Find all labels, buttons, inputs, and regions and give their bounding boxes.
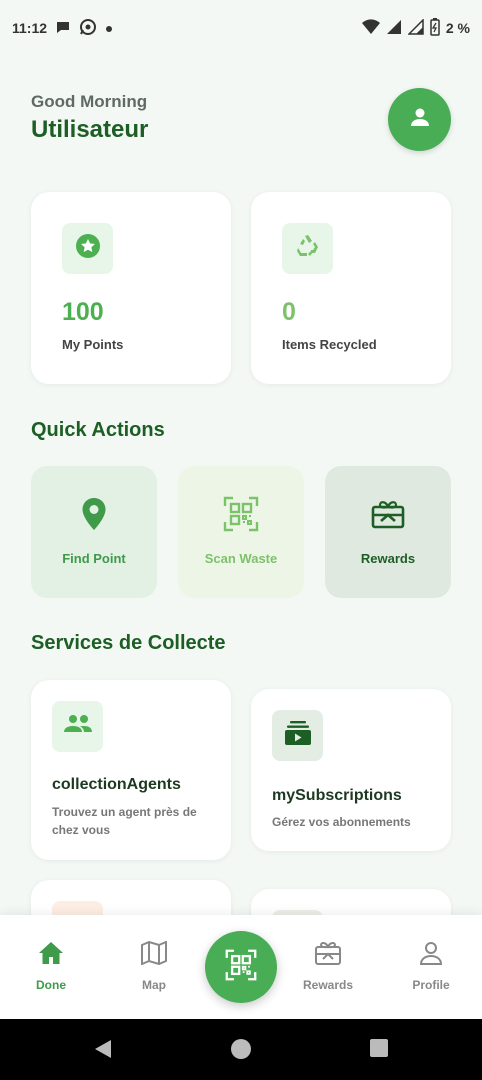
battery-percent: 2 % bbox=[445, 20, 470, 36]
nav-item-home[interactable]: Done bbox=[11, 941, 91, 992]
points-icon-box bbox=[62, 223, 113, 274]
my-subscriptions-title: mySubscriptions bbox=[272, 787, 402, 804]
star-badge-icon bbox=[75, 233, 101, 264]
person-icon bbox=[408, 105, 432, 134]
recycle-icon-box bbox=[282, 223, 333, 274]
subscriptions-icon-box bbox=[272, 710, 323, 761]
home-circle-icon[interactable] bbox=[230, 1038, 252, 1065]
nav-label-rewards: Rewards bbox=[302, 978, 354, 992]
chat-bubble-icon bbox=[55, 19, 71, 38]
nav-item-rewards[interactable]: Rewards bbox=[288, 941, 368, 992]
items-recycled-value: 0 bbox=[282, 298, 296, 326]
back-icon[interactable] bbox=[92, 1038, 114, 1065]
gift-card-icon bbox=[315, 941, 341, 970]
nav-label-home: Done bbox=[36, 978, 66, 992]
subscriptions-icon bbox=[284, 720, 312, 751]
greeting-text: Good Morning bbox=[31, 92, 148, 111]
location-pin-icon bbox=[81, 497, 107, 536]
home-icon bbox=[38, 941, 64, 970]
points-value: 100 bbox=[62, 298, 104, 326]
scan-waste-button[interactable]: Scan Waste bbox=[178, 466, 304, 598]
my-subscriptions-description: Gérez vos abonnements bbox=[272, 815, 411, 829]
status-bar: 11:12 2 % bbox=[0, 0, 482, 56]
signal-icon bbox=[386, 19, 402, 38]
points-label: My Points bbox=[62, 337, 124, 352]
qr-scan-icon bbox=[225, 949, 257, 986]
scan-fab-button[interactable] bbox=[205, 931, 277, 1003]
map-icon bbox=[141, 940, 167, 970]
nav-item-profile[interactable]: Profile bbox=[391, 941, 471, 992]
dot-icon bbox=[105, 20, 113, 36]
collection-agents-title: collectionAgents bbox=[52, 776, 181, 793]
qr-scan-icon bbox=[223, 496, 259, 537]
nav-label-profile: Profile bbox=[412, 978, 450, 992]
recycle-icon bbox=[294, 232, 322, 265]
whatsapp-icon bbox=[79, 18, 97, 39]
recents-icon[interactable] bbox=[369, 1038, 389, 1063]
collection-agents-description: Trouvez un agent près de chez vous bbox=[52, 805, 197, 837]
group-icon-box bbox=[52, 701, 103, 752]
quick-actions-title: Quick Actions bbox=[31, 419, 165, 441]
items-recycled-label: Items Recycled bbox=[282, 337, 377, 352]
points-card[interactable]: 100 My Points bbox=[31, 192, 231, 384]
wifi-icon bbox=[361, 18, 380, 38]
find-point-label: Find Point bbox=[62, 551, 126, 566]
nav-label-map: Map bbox=[142, 978, 166, 992]
rewards-button[interactable]: Rewards bbox=[325, 466, 451, 598]
person-outline-icon bbox=[418, 941, 444, 970]
find-point-button[interactable]: Find Point bbox=[31, 466, 157, 598]
my-subscriptions-card[interactable]: mySubscriptions Gérez vos abonnements bbox=[251, 689, 451, 851]
status-time: 11:12 bbox=[12, 20, 48, 36]
battery-icon bbox=[430, 17, 440, 39]
system-navigation-bar bbox=[0, 1019, 482, 1080]
gift-card-icon bbox=[371, 499, 405, 534]
signal-icon bbox=[407, 17, 424, 38]
rewards-label: Rewards bbox=[360, 551, 416, 566]
nav-item-map[interactable]: Map bbox=[114, 940, 194, 992]
collection-agents-card[interactable]: collectionAgents Trouvez un agent près d… bbox=[31, 680, 231, 860]
scan-waste-label: Scan Waste bbox=[204, 551, 278, 566]
services-title: Services de Collecte bbox=[31, 632, 226, 654]
user-name: Utilisateur bbox=[31, 116, 149, 143]
items-recycled-card[interactable]: 0 Items Recycled bbox=[251, 192, 451, 384]
profile-avatar-button[interactable] bbox=[388, 88, 451, 151]
group-icon bbox=[63, 713, 93, 740]
